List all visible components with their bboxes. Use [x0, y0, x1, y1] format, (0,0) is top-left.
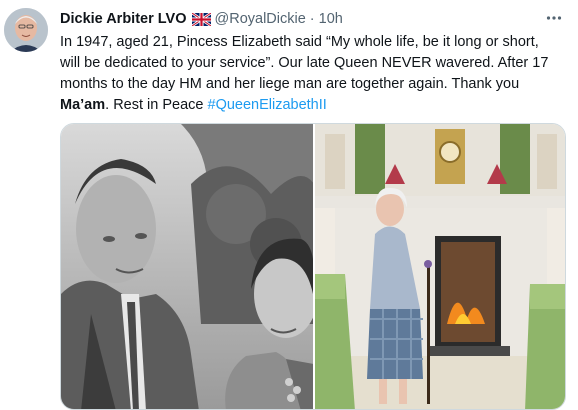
media-grid	[60, 123, 566, 410]
black-and-white-couple-photo[interactable]	[61, 124, 313, 409]
uk-flag-icon	[190, 11, 212, 27]
author-handle[interactable]: @RoyalDickie	[215, 11, 306, 27]
more-options-icon[interactable]	[544, 8, 564, 28]
avatar[interactable]	[4, 8, 48, 52]
separator-dot: ·	[309, 11, 315, 27]
hashtag-link[interactable]: #QueenElizabethII	[208, 97, 327, 113]
tweet-text-part: In 1947, aged 21, Pincess Elizabeth said…	[60, 34, 553, 92]
tweet[interactable]: Dickie Arbiter LVO @RoyalDickie · 10h In…	[0, 0, 578, 410]
tweet-text-bold: Ma’am	[60, 97, 106, 113]
queen-by-fireplace-photo[interactable]	[315, 124, 565, 409]
author-name[interactable]: Dickie Arbiter LVO	[60, 11, 187, 27]
tweet-text: In 1947, aged 21, Pincess Elizabeth said…	[60, 32, 560, 116]
tweet-text-part: . Rest in Peace	[105, 97, 208, 113]
avatar-image	[4, 8, 48, 52]
tweet-header: Dickie Arbiter LVO @RoyalDickie · 10h	[60, 10, 343, 28]
tweet-timestamp[interactable]: 10h	[319, 11, 343, 27]
